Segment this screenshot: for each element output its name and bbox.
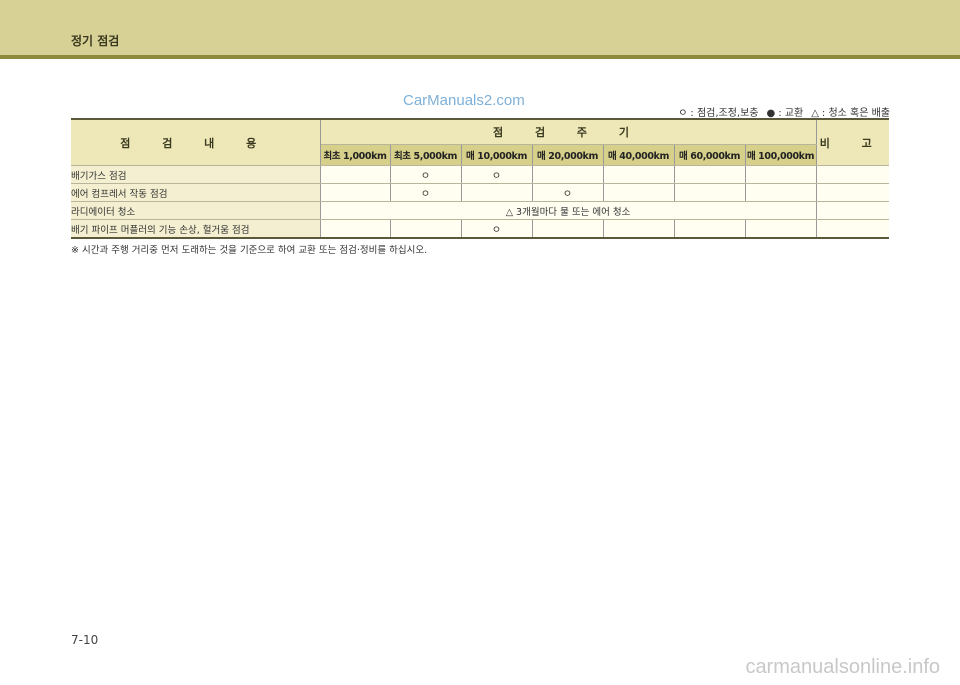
row-mark	[602, 183, 675, 202]
interval-header: 최초 1,000km	[320, 144, 391, 166]
row-mark	[744, 183, 817, 202]
row-mark	[673, 183, 746, 202]
row-mark	[460, 183, 533, 202]
row-item: 배기가스 점검	[71, 165, 321, 184]
row-mark	[602, 219, 675, 239]
footnote: ※ 시간과 주행 거리중 먼저 도래하는 것을 기준으로 하여 교환 또는 점검…	[71, 245, 428, 256]
row-mark	[673, 165, 746, 184]
row-mark	[673, 219, 746, 239]
row-mark: ㅇ	[531, 183, 604, 202]
row-remarks	[815, 183, 890, 202]
table-row: 배기가스 점검 ㅇ ㅇ	[71, 165, 890, 184]
legend-item-clean: △: 청소 혹은 배출	[811, 104, 890, 119]
interval-header: 매 100,000km	[744, 144, 817, 166]
row-mark	[531, 165, 604, 184]
item-column-header: 점 검 내 용	[71, 118, 321, 166]
page-number: 7-10	[71, 633, 99, 647]
row-mark	[319, 183, 391, 202]
header-band	[0, 0, 960, 55]
interval-header: 매 40,000km	[602, 144, 675, 166]
row-mark	[389, 219, 462, 239]
section-title: 정기 점검	[71, 34, 120, 48]
row-remarks	[815, 165, 890, 184]
row-mark: ㅇ	[389, 183, 462, 202]
row-mark	[744, 219, 817, 239]
interval-header: 최초 5,000km	[389, 144, 462, 166]
header-rule	[0, 55, 960, 59]
interval-header: 매 20,000km	[531, 144, 604, 166]
interval-header: 매 60,000km	[673, 144, 746, 166]
row-mark: ㅇ	[460, 165, 533, 184]
row-mark: ㅇ	[460, 219, 533, 239]
row-mark	[319, 219, 391, 239]
watermark-top: CarManuals2.com	[403, 92, 525, 109]
row-mark: ㅇ	[389, 165, 462, 184]
legend-item-inspect: ㅇ: 점검,조정,보충	[678, 104, 758, 119]
circle-icon: ㅇ	[678, 108, 688, 119]
table-row: 에어 컴프레서 작동 점검 ㅇ ㅇ	[71, 183, 890, 202]
table-row: 라디에이터 청소 △ 3개월마다 물 또는 에어 청소	[71, 201, 890, 220]
row-span-note: △ 3개월마다 물 또는 에어 청소	[319, 201, 817, 220]
row-item: 배기 파이프 머플러의 기능 손상, 헐거움 점검	[71, 219, 321, 239]
remarks-column-header: 비 고	[815, 118, 890, 166]
legend: ㅇ: 점검,조정,보충 ●: 교환 △: 청소 혹은 배출	[678, 104, 890, 119]
row-remarks	[815, 201, 890, 220]
row-item: 라디에이터 청소	[71, 201, 321, 220]
row-mark	[319, 165, 391, 184]
interval-header: 매 10,000km	[460, 144, 533, 166]
legend-item-replace: ●: 교환	[767, 104, 804, 119]
table-row: 배기 파이프 머플러의 기능 손상, 헐거움 점검 ㅇ	[71, 219, 890, 239]
row-remarks	[815, 219, 890, 239]
watermark-bottom: carmanualsonline.info	[745, 656, 940, 678]
row-mark	[602, 165, 675, 184]
period-column-header: 점 검 주 기	[319, 118, 817, 145]
row-mark	[531, 219, 604, 239]
row-item: 에어 컴프레서 작동 점검	[71, 183, 321, 202]
inspection-table: 점 검 내 용 점 검 주 기 비 고 최초 1,000km 최초 5,000k…	[71, 118, 890, 239]
row-mark	[744, 165, 817, 184]
